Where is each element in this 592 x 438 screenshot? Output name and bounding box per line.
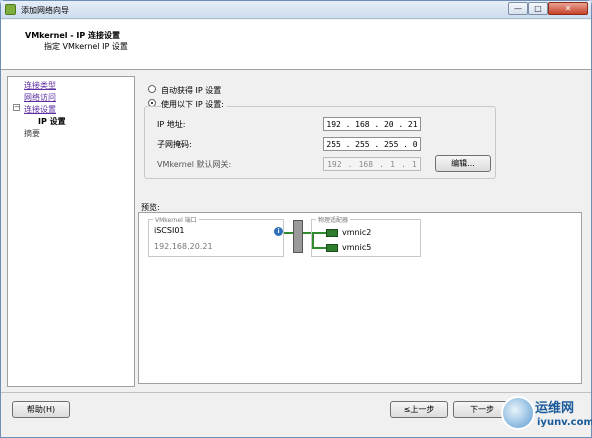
nic-icon	[326, 229, 338, 237]
back-button[interactable]: ≤上一步	[390, 401, 448, 418]
nic-icon	[326, 244, 338, 252]
nav-item-summary: 摘要	[24, 129, 40, 138]
adapter-vmnic5: vmnic5	[342, 243, 372, 252]
page-title: VMkernel - IP 连接设置	[25, 31, 121, 40]
nav-item-network-access[interactable]: 网络访问	[24, 92, 56, 103]
close-button[interactable]: ✕	[548, 2, 588, 15]
maximize-button[interactable]: □	[528, 2, 548, 15]
watermark-line1: 运维网	[535, 401, 575, 416]
gateway-input: 192. 168. 1. 1	[323, 157, 421, 171]
wizard-nav: 连接类型 网络访问 − 连接设置 IP 设置 摘要	[7, 76, 135, 387]
ip-settings-group: IP 地址: 192. 168. 20. 21 子网掩码: 255. 255. …	[144, 106, 496, 179]
content-area: 自动获得 IP 设置 使用以下 IP 设置: IP 地址: 192. 168. …	[136, 76, 582, 387]
nav-item-ip-settings: IP 设置	[38, 117, 66, 126]
mask-dot: .	[345, 139, 351, 149]
ip-octet-3: 20	[383, 119, 394, 129]
ip-octet-4: 21	[407, 119, 418, 129]
ip-address-input[interactable]: 192. 168. 20. 21	[323, 117, 421, 131]
app-icon	[5, 4, 16, 15]
gateway-label: VMkernel 默认网关:	[157, 160, 232, 169]
vmkernel-port-box: VMkernel 端口 iSCSI01 192.168.20.21 i	[148, 215, 284, 257]
mask-dot: .	[374, 139, 380, 149]
auto-ip-label: 自动获得 IP 设置	[161, 86, 222, 95]
gw-octet-2: 168	[358, 159, 374, 169]
title-bar: 添加网络向导 — □ ✕	[1, 1, 591, 19]
mask-octet-4: 0	[412, 139, 418, 149]
minimize-button[interactable]: —	[508, 2, 528, 15]
watermark-logo-icon	[501, 396, 535, 430]
info-icon[interactable]: i	[274, 227, 283, 236]
gw-dot: .	[347, 159, 353, 169]
port-name: iSCSI01	[154, 226, 185, 235]
watermark-line2: iyunv.com	[537, 417, 592, 428]
mask-octet-1: 255	[326, 139, 341, 149]
gw-octet-4: 1	[412, 159, 417, 169]
edit-gateway-button[interactable]: 编辑...	[435, 155, 491, 172]
vswitch-bar	[293, 220, 303, 253]
gw-dot: .	[379, 159, 384, 169]
nav-item-connection-type[interactable]: 连接类型	[24, 80, 56, 91]
gw-octet-3: 1	[390, 159, 395, 169]
collapse-icon[interactable]: −	[13, 104, 20, 111]
subnet-mask-label: 子网掩码:	[157, 140, 192, 149]
mask-octet-2: 255	[355, 139, 370, 149]
mask-dot: .	[403, 139, 408, 149]
gw-octet-1: 192	[327, 159, 342, 169]
manual-ip-label: 使用以下 IP 设置:	[161, 99, 227, 110]
adapter-branch-1	[312, 232, 326, 234]
auto-ip-radio[interactable]	[148, 85, 156, 93]
nav-item-connection-settings[interactable]: 连接设置	[24, 104, 56, 115]
ip-address-label: IP 地址:	[157, 120, 186, 129]
window-title: 添加网络向导	[21, 6, 69, 15]
adapter-vmnic2: vmnic2	[342, 228, 372, 237]
wizard-window: 添加网络向导 — □ ✕ VMkernel - IP 连接设置 指定 VMker…	[0, 0, 592, 438]
port-ip: 192.168.20.21	[154, 242, 213, 251]
gw-dot: .	[401, 159, 406, 169]
physical-adapters-caption: 物理适配器	[316, 215, 351, 224]
ip-dot: .	[345, 119, 351, 129]
ip-dot: .	[374, 119, 380, 129]
ip-dot: .	[398, 119, 404, 129]
physical-adapters-box: 物理适配器 vmnic2 vmnic5	[311, 215, 421, 257]
preview-panel: VMkernel 端口 iSCSI01 192.168.20.21 i 物理适配…	[138, 212, 582, 384]
vmkernel-port-caption: VMkernel 端口	[153, 215, 199, 224]
mask-octet-3: 255	[383, 139, 399, 149]
adapter-branch-2	[312, 247, 326, 249]
ip-octet-1: 192	[326, 119, 341, 129]
ip-octet-2: 168	[355, 119, 370, 129]
watermark: 运维网 iyunv.com	[499, 389, 592, 437]
subnet-mask-input[interactable]: 255. 255. 255. 0	[323, 137, 421, 151]
page-subtitle: 指定 VMkernel IP 设置	[44, 42, 128, 51]
help-button[interactable]: 帮助(H)	[12, 401, 70, 418]
wizard-header: VMkernel - IP 连接设置 指定 VMkernel IP 设置	[1, 20, 591, 70]
